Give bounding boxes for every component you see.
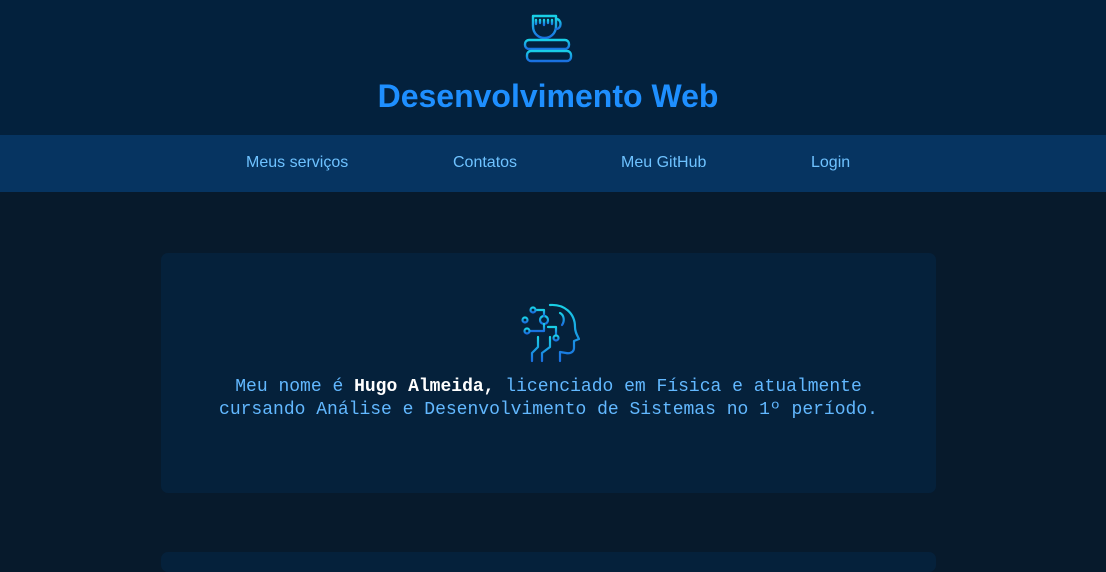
- bio-text: Meu nome é Hugo Almeida, licenciado em F…: [201, 376, 896, 422]
- nav-link-login[interactable]: Login: [811, 153, 850, 173]
- bio-name: Hugo Almeida,: [354, 377, 495, 397]
- nav-link-services[interactable]: Meus serviços: [246, 153, 348, 173]
- main-nav: Meus serviços Contatos Meu GitHub Login: [0, 135, 1106, 192]
- site-title: Desenvolvimento Web: [377, 78, 719, 114]
- nav-link-contacts[interactable]: Contatos: [453, 153, 517, 173]
- about-card: Meu nome é Hugo Almeida, licenciado em F…: [161, 253, 936, 493]
- next-card: [161, 552, 936, 572]
- ai-head-circuit-icon: [521, 303, 580, 363]
- bio-prefix: Meu nome é: [235, 377, 355, 397]
- nav-link-github[interactable]: Meu GitHub: [621, 153, 706, 173]
- coffee-cup-on-books-icon: [523, 14, 573, 63]
- site-header: Desenvolvimento Web: [0, 0, 1106, 135]
